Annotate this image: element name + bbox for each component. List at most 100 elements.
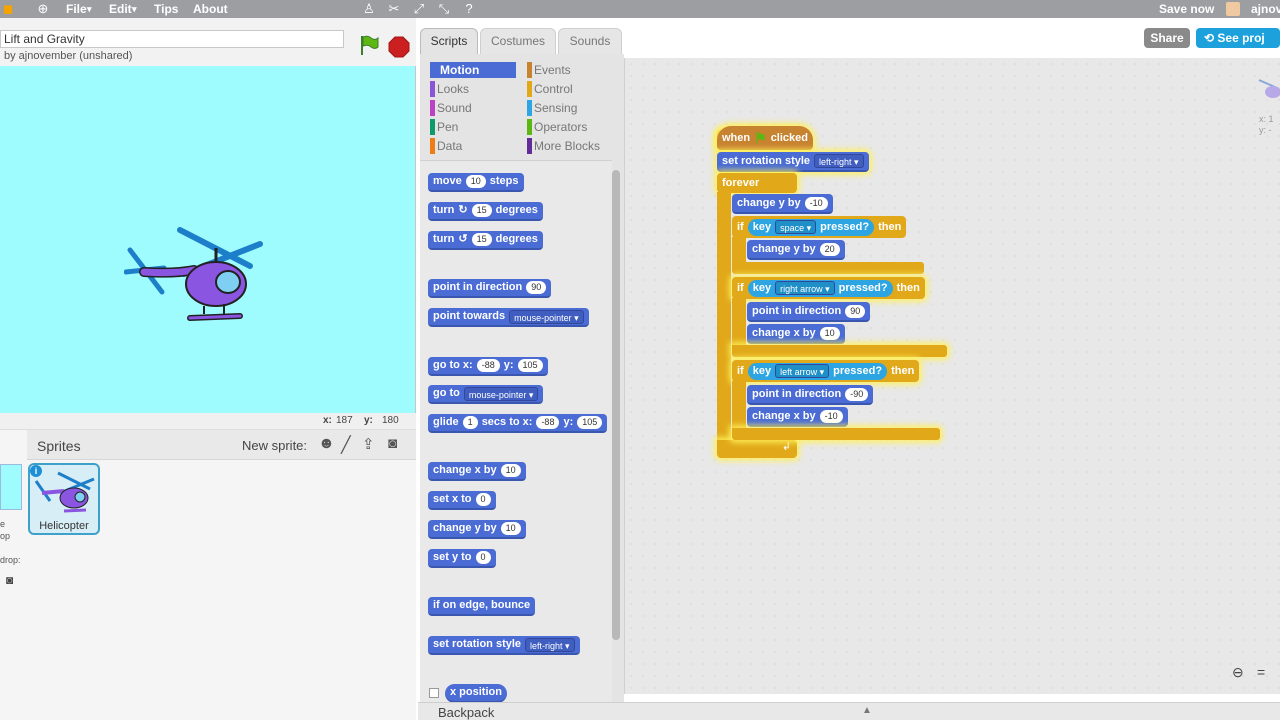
zoom-reset-icon[interactable]: = [1257, 664, 1265, 680]
block-set-rotation-style[interactable]: set rotation style left-right [428, 636, 580, 655]
share-button[interactable]: Share [1144, 28, 1190, 48]
block-input[interactable]: -10 [804, 196, 828, 210]
block-input[interactable]: 10 [465, 175, 486, 188]
script-change-x-neg10[interactable]: change x by -10 [747, 407, 848, 427]
upload-icon[interactable]: ⇪ [362, 435, 375, 453]
block-input[interactable]: -90 [845, 387, 869, 401]
grow-icon[interactable]: ⤢ [411, 1, 427, 17]
sensing-key-right-arrow[interactable]: keyright arrowpressed? [747, 279, 893, 297]
reporter-x-position[interactable]: x position [445, 684, 507, 703]
category-more-blocks[interactable]: More Blocks [527, 138, 619, 154]
block-input[interactable]: -88 [536, 416, 560, 429]
block-input[interactable]: 15 [471, 204, 492, 217]
script-change-y-20[interactable]: change y by 20 [747, 240, 845, 260]
duplicate-icon[interactable]: ♙ [361, 1, 377, 17]
stage[interactable] [0, 66, 416, 413]
helicopter-sprite[interactable] [124, 226, 266, 324]
menu-file[interactable]: File [66, 2, 87, 16]
block-input[interactable]: 10 [500, 522, 521, 535]
block-bounce[interactable]: if on edge, bounce [428, 597, 536, 616]
block-input[interactable]: 90 [845, 304, 866, 318]
when-flag-clicked-hat[interactable]: when ⚑ clicked [717, 126, 813, 150]
script-if-right-arrow[interactable]: if keyright arrowpressed? then [732, 277, 925, 299]
block-go-to[interactable]: go to mouse-pointer [428, 385, 544, 404]
category-sound[interactable]: Sound [430, 100, 516, 116]
block-input[interactable]: 20 [819, 242, 840, 256]
block-point-direction[interactable]: point in direction 90 [428, 279, 552, 298]
script-set-rotation-style[interactable]: set rotation style left-right [717, 152, 869, 172]
block-move-steps[interactable]: move 10 steps [428, 173, 524, 192]
globe-icon[interactable]: ⊕ [35, 1, 51, 17]
project-title-input[interactable] [0, 30, 344, 48]
block-glide[interactable]: glide 1 secs to x: -88 y: 105 [428, 414, 608, 433]
cut-icon[interactable]: ✂ [386, 1, 402, 17]
menu-tips[interactable]: Tips [154, 2, 178, 16]
tab-sounds[interactable]: Sounds [558, 28, 622, 54]
block-dropdown[interactable]: left arrow [775, 364, 830, 378]
sprite-library-icon[interactable]: ☻ [318, 435, 335, 453]
block-dropdown[interactable]: left-right [525, 637, 575, 652]
chevron-up-icon[interactable]: ▲ [862, 705, 872, 716]
script-change-x-10[interactable]: change x by 10 [747, 324, 845, 344]
category-data[interactable]: Data [430, 138, 516, 154]
camera-icon[interactable]: ◙ [6, 573, 13, 587]
script-point-direction-neg90[interactable]: point in direction -90 [747, 385, 874, 405]
block-input[interactable]: 0 [475, 493, 491, 506]
category-sensing[interactable]: Sensing [527, 100, 613, 116]
block-turn-right[interactable]: turn ↻ 15 degrees [428, 202, 543, 221]
script-if-left-arrow[interactable]: if keyleft arrowpressed? then [732, 360, 920, 382]
paint-brush-icon[interactable]: ╱ [341, 435, 351, 455]
block-dropdown[interactable]: right arrow [775, 281, 835, 295]
category-motion[interactable]: Motion [430, 62, 516, 78]
category-pen[interactable]: Pen [430, 119, 516, 135]
scripts-area[interactable]: when ⚑ clicked set rotation style left-ri… [624, 58, 1280, 694]
stop-icon[interactable] [388, 36, 410, 58]
block-change-y[interactable]: change y by 10 [428, 520, 526, 539]
block-dropdown[interactable]: space [775, 220, 817, 234]
tab-scripts[interactable]: Scripts [420, 28, 478, 54]
block-input[interactable]: -10 [819, 409, 843, 423]
tab-costumes[interactable]: Costumes [480, 28, 556, 54]
stage-thumbnail[interactable] [0, 464, 22, 510]
block-input[interactable]: 105 [517, 359, 543, 372]
camera-icon[interactable]: ◙ [388, 435, 397, 452]
help-icon[interactable]: ? [461, 1, 477, 17]
script-point-direction-90[interactable]: point in direction 90 [747, 302, 871, 322]
sensing-key-space[interactable]: keyspacepressed? [747, 218, 875, 236]
checkbox-x-position[interactable] [429, 688, 439, 698]
menu-about[interactable]: About [193, 2, 228, 16]
block-dropdown[interactable]: mouse-pointer [463, 386, 539, 401]
block-input[interactable]: 10 [500, 464, 521, 477]
block-input[interactable]: 1 [462, 416, 478, 429]
block-input[interactable]: 15 [471, 233, 492, 246]
username[interactable]: ajnov [1251, 2, 1280, 16]
block-turn-left[interactable]: turn ↺ 15 degrees [428, 231, 543, 250]
block-input[interactable]: 0 [475, 551, 491, 564]
menu-edit[interactable]: Edit [109, 2, 132, 16]
palette-scrollbar[interactable] [612, 170, 620, 640]
category-looks[interactable]: Looks [430, 81, 516, 97]
block-change-x[interactable]: change x by 10 [428, 462, 526, 481]
block-input[interactable]: 90 [526, 281, 547, 294]
green-flag-icon[interactable] [358, 34, 380, 56]
save-now-link[interactable]: Save now [1159, 2, 1214, 16]
block-point-towards[interactable]: point towards mouse-pointer [428, 308, 589, 327]
category-control[interactable]: Control [527, 81, 613, 97]
sprite-thumbnail-helicopter[interactable]: i Helicopter [28, 463, 100, 535]
block-input[interactable]: 105 [577, 416, 603, 429]
avatar[interactable] [1226, 2, 1240, 16]
category-operators[interactable]: Operators [527, 119, 613, 135]
block-dropdown[interactable]: left-right [814, 154, 864, 168]
see-project-page-button[interactable]: ⟲ See proj [1196, 28, 1280, 48]
scratch-logo-icon[interactable]: ◼ [0, 1, 16, 17]
block-set-x[interactable]: set x to 0 [428, 491, 496, 510]
block-go-to-xy[interactable]: go to x: -88 y: 105 [428, 357, 548, 376]
shrink-icon[interactable]: ⤡ [436, 1, 452, 17]
script-change-y[interactable]: change y by -10 [732, 194, 833, 214]
block-dropdown[interactable]: mouse-pointer [509, 309, 584, 324]
script-if-space[interactable]: if keyspacepressed? then [732, 216, 907, 238]
sensing-key-left-arrow[interactable]: keyleft arrowpressed? [747, 362, 888, 380]
block-input[interactable]: -88 [476, 359, 500, 372]
block-set-y[interactable]: set y to 0 [428, 549, 496, 568]
zoom-out-icon[interactable]: ⊖ [1232, 664, 1244, 681]
